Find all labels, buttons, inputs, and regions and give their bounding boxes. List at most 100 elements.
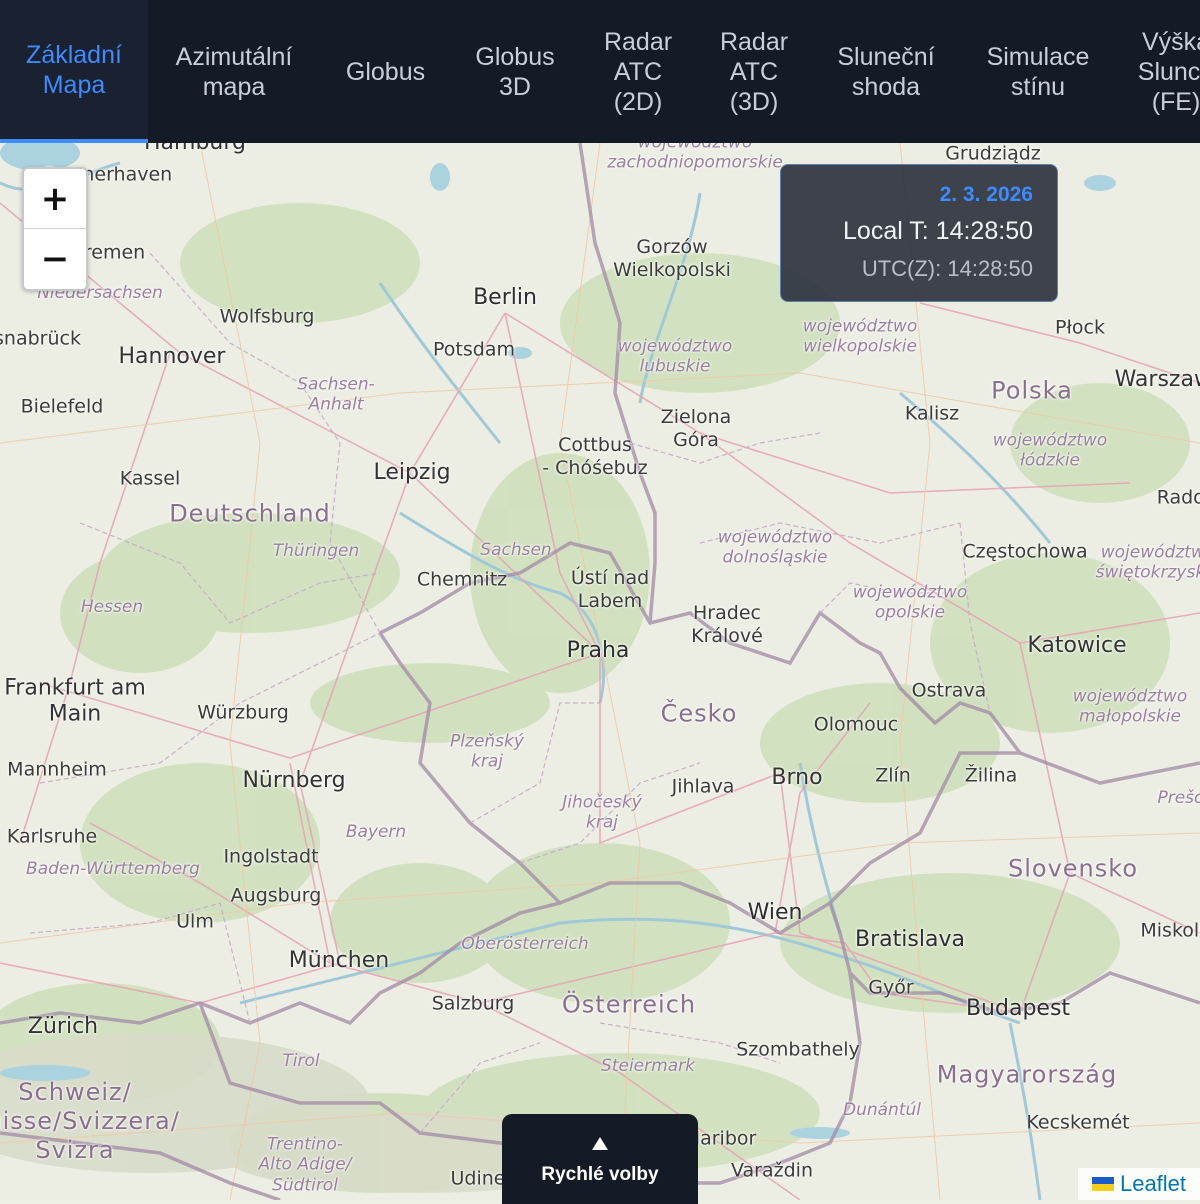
- tab-2[interactable]: Azimutální mapa: [150, 0, 318, 143]
- map-label: Zürich: [27, 1013, 99, 1039]
- map-label: Steiermark: [601, 1055, 695, 1076]
- tab-label: Globus 3D: [475, 42, 555, 101]
- map-label: Chemnitz: [416, 568, 508, 591]
- zoom-in-button[interactable]: +: [24, 169, 86, 228]
- tab-label: Radar ATC (3D): [719, 27, 789, 116]
- map-label: Kalisz: [904, 402, 960, 425]
- map-label: województwo małopolskie: [1072, 686, 1188, 727]
- map-label: Bielefeld: [20, 395, 104, 418]
- map-label: Bayern: [345, 821, 407, 842]
- map-label: Płock: [1055, 316, 1105, 339]
- tab-3[interactable]: Globus: [318, 0, 453, 143]
- tab-label: Simulace stínu: [986, 42, 1090, 101]
- map-label: Slovensko: [1008, 854, 1138, 883]
- map-label: Warszawa: [1114, 366, 1200, 392]
- map-label: Prešov: [1157, 787, 1200, 808]
- map-label: Częstochowa: [962, 540, 1088, 563]
- map-label: Magyarország: [936, 1060, 1118, 1089]
- zoom-out-button[interactable]: −: [24, 228, 86, 288]
- top-nav: Základní Mapa Azimutální mapa Globus Globus…: [0, 0, 1200, 143]
- map-label: Žilina: [964, 764, 1018, 787]
- map-label: województwo dolnośląskie: [717, 527, 833, 568]
- map-label: Olomouc: [813, 713, 899, 736]
- tab-label: Základní Mapa: [26, 40, 122, 99]
- tab-9[interactable]: Výška Slunce (FE): [1116, 0, 1200, 143]
- map-label: Sachsen: [480, 539, 552, 560]
- map-label: Dunántúl: [843, 1099, 921, 1120]
- map-label: Jihlava: [671, 775, 735, 798]
- map-label: Schweiz/ Suisse/Svizzera/ Svizra: [0, 1077, 180, 1164]
- quick-options-button[interactable]: Rychlé volby: [502, 1114, 698, 1204]
- map-label: Česko: [660, 699, 738, 728]
- map-label: Győr: [868, 976, 914, 999]
- map-label: Wolfsburg: [219, 305, 315, 328]
- map-label: Szombathely: [736, 1038, 860, 1061]
- map-label: Deutschland: [169, 499, 331, 528]
- map-label: Frankfurt am Main: [4, 675, 146, 727]
- map-label: Hradec Králové: [691, 602, 763, 647]
- map-label: Leipzig: [373, 459, 451, 485]
- tab-8[interactable]: Simulace stínu: [962, 0, 1114, 143]
- map-label: Gorzów Wielkopolski: [613, 236, 731, 281]
- map-label: Ingolstadt: [223, 845, 319, 868]
- map-label: Grudziądz: [945, 143, 1041, 165]
- tab-5[interactable]: Radar ATC (2D): [578, 0, 698, 143]
- map-label: Berlin: [473, 284, 537, 310]
- map-label: Udine: [450, 1167, 506, 1190]
- time-panel: 2. 3. 2026 Local T: 14:28:50 UTC(Z): 14:…: [780, 164, 1058, 302]
- map-label: województwo lubuskie: [617, 336, 733, 377]
- map-label: Kecskemét: [1026, 1111, 1130, 1134]
- map-label: Wien: [747, 899, 803, 925]
- map-label: Hessen: [80, 596, 144, 617]
- leaflet-link[interactable]: Leaflet: [1120, 1171, 1186, 1197]
- map-label: Hannover: [118, 343, 226, 369]
- map-label: województwo świętokrzyskie: [1095, 542, 1200, 583]
- map-label: Brno: [771, 764, 823, 790]
- tab-label: Globus: [345, 57, 426, 86]
- local-time: Local T: 14:28:50: [843, 217, 1033, 245]
- tab-1[interactable]: Základní Mapa: [0, 0, 148, 143]
- map-label: Kassel: [119, 467, 181, 490]
- tab-7[interactable]: Sluneční shoda: [812, 0, 960, 143]
- map-label: Tirol: [282, 1050, 320, 1071]
- map-label: Plzeňský kraj: [450, 731, 524, 772]
- map-label: Budapest: [965, 995, 1071, 1021]
- map-label: Miskolc: [1140, 919, 1200, 942]
- date-text: 2. 3. 2026: [939, 183, 1033, 206]
- map-label: Praha: [566, 637, 630, 663]
- map-label: Potsdam: [433, 338, 515, 361]
- map-label: Sachsen- Anhalt: [297, 374, 375, 415]
- map-label: Ostrava: [911, 679, 987, 702]
- ukraine-flag-icon: [1091, 1177, 1114, 1191]
- map-label: Cottbus - Chóśebuz: [542, 434, 648, 479]
- map-label: Katowice: [1027, 632, 1127, 658]
- map-label: Zielona Góra: [660, 406, 732, 451]
- map-label: Trentino- Alto Adige/ Südtirol: [258, 1134, 352, 1196]
- utc-time: UTC(Z): 14:28:50: [861, 256, 1033, 281]
- map-label: Karlsruhe: [6, 825, 98, 848]
- tab-label: Výška Slunce (FE): [1137, 27, 1200, 116]
- map-label: Varaždin: [731, 1159, 813, 1182]
- map-label: Thüringen: [272, 540, 360, 561]
- map-attribution[interactable]: Leaflet: [1078, 1168, 1200, 1200]
- quick-options-label: Rychlé volby: [541, 1164, 659, 1185]
- tab-6[interactable]: Radar ATC (3D): [698, 0, 810, 143]
- map-label: Jihočeský kraj: [562, 792, 642, 833]
- tab-4[interactable]: Globus 3D: [453, 0, 577, 143]
- map-label: Osnabrück: [0, 327, 81, 350]
- map-label: Ústí nad Labem: [570, 567, 650, 612]
- map-label: Polska: [991, 376, 1073, 405]
- map-label: Mannheim: [7, 758, 107, 781]
- map-label: województwo wielkopolskie: [802, 316, 918, 357]
- map-label: Radom: [1156, 486, 1200, 509]
- map-label: Hamburg: [144, 143, 246, 156]
- map-label: Österreich: [561, 990, 697, 1019]
- map-label: Würzburg: [197, 701, 289, 724]
- map-label: Ulm: [176, 910, 214, 933]
- triangle-up-icon: [592, 1137, 608, 1150]
- tab-label: Azimutální mapa: [175, 42, 293, 101]
- map-label: Oberösterreich: [461, 933, 589, 954]
- map-label: Bratislava: [855, 926, 965, 952]
- map-label: Nürnberg: [242, 767, 346, 793]
- map-label: województwo łódzkie: [992, 430, 1108, 471]
